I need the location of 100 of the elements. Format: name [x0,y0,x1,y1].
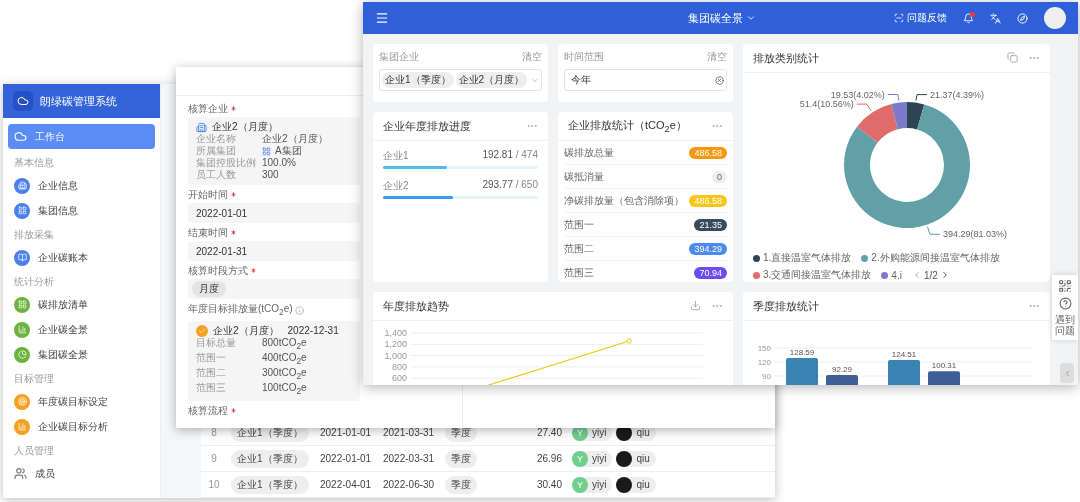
table-cell-text: 26.96 [535,453,563,464]
download-icon[interactable] [690,300,701,311]
menu-item[interactable]: 集团信息 [8,198,155,223]
stat-label: 范围三 [564,265,594,280]
qr-code-icon[interactable] [1058,279,1072,293]
legend-item[interactable]: 1.直接温室气体排放 [753,251,852,265]
user-avatar[interactable] [1044,7,1066,29]
progress-reading: 192.81 / 474 [482,149,538,162]
axis-tick-label: 120 [757,358,771,367]
period-tag: 季度 [445,475,477,494]
logo-icon [13,91,33,111]
enterprise-name: 企业2 [383,179,409,193]
axis-tick-label: 150 [757,344,771,353]
copy-icon[interactable] [1007,52,1018,63]
language-icon[interactable] [990,12,1001,24]
menu-section-label: 基本信息 [13,156,55,170]
enterprise-select[interactable]: 企业1（季度） 企业2（月度） [379,69,542,91]
help-icon[interactable] [1058,297,1072,310]
help-link[interactable]: 遇到问题 [1055,314,1075,336]
axis-tick-label: 1,000 [384,350,407,361]
table-cell-text: 30.40 [535,479,563,490]
stat-value: 486.58 [689,194,727,207]
date-field[interactable]: 2022-01-31 [188,241,360,261]
compass-icon[interactable] [1017,12,1028,24]
data-label: 19.53(4.02%) [830,89,885,100]
app-title: 朗绿碳管理系统 [40,93,117,109]
axis-tick-label: 800 [391,361,407,372]
row-index: 8 [210,427,218,438]
user-chip: Y yiyi [572,476,613,493]
period-field[interactable]: 月度 [188,279,360,299]
clear-icon[interactable] [715,75,724,85]
data-label: 21.37(4.39%) [929,89,984,100]
table-cell-text: 2022-01-01 [319,453,373,464]
card-title: 排放类别统计 [753,50,819,66]
menu-item[interactable]: 年度碳目标设定 [8,389,155,414]
field-key: 所属集团 [196,145,262,157]
field-value: 100.0% [262,157,296,169]
collapse-button[interactable] [1060,363,1074,383]
field-value: 300 [262,169,279,181]
field-label: 核算时段方式 [188,264,248,277]
field-key: 集团控股比例 [196,157,262,169]
data-label: 51.4(10.56%) [799,99,854,110]
legend-item[interactable]: 2.外购能源间接温室气体排放 [861,251,1000,265]
table-cell-text: 2022-04-01 [319,479,373,490]
user-chip: qiu [616,476,656,493]
enterprise-card[interactable]: 企业2（月度） 企业名称 企业2（月度） 所属集团 A集团 集团控股比例 100.0% 员工人数 300 [188,117,360,185]
leader-line [855,103,872,112]
enterprise-name: 企业1 [383,149,409,163]
menu-section-label: 人员管理 [13,444,55,458]
row-index: 10 [207,479,221,490]
stat-value: 70.94 [694,266,727,279]
field-key: 范围三 [196,382,262,397]
row-index: 9 [210,453,218,464]
leader-line [926,226,940,235]
table-cell-text: 2021-03-31 [382,427,436,438]
chevron-icon [745,13,756,23]
time-range-select[interactable]: 今年 [564,69,727,91]
field-label: 核算企业 [188,102,228,115]
check-icon[interactable] [196,325,208,337]
menu-item[interactable]: 企业信息 [8,173,155,198]
period-tag: 季度 [445,449,477,468]
stat-label: 范围二 [564,241,594,256]
stat-label: 碳抵消量 [564,169,604,184]
filter-label: 时间范围 [564,50,604,64]
filter-label: 集团企业 [379,50,419,64]
menu-icon[interactable] [375,11,389,25]
card-title: 企业年度排放进度 [383,118,471,134]
menu-item[interactable]: 集团碳全景 [8,342,155,367]
legend-item[interactable]: 4.i [881,269,902,281]
legend-page: 1/2 [923,269,938,281]
axis-tick-label: 1,400 [384,328,407,338]
menu-item[interactable]: 成员 [8,461,155,486]
grid-icon [262,146,271,156]
enterprise-tag: 企业1（季度） [231,475,309,494]
menu-item[interactable]: 企业碳账本 [8,245,155,270]
feedback-link[interactable]: 问题反馈 [894,11,947,25]
field-value: 100tCO$_{2}$e [262,382,307,397]
stat-label: 净碳排放量（包含消除项） [564,193,684,208]
bell-icon[interactable] [963,12,974,24]
page-title-dropdown[interactable]: 集团碳全景 [389,10,894,26]
field-label: 结束时间 [188,226,228,239]
user-avatar: Y [572,476,588,493]
building-icon [196,121,207,133]
legend-item[interactable]: 3.交通间接温室气体排放 [753,268,872,282]
menu-item[interactable]: 碳排放清单 [8,292,155,317]
table-cell-text: 2022-06-30 [382,479,436,490]
data-label: 394.29(81.03%) [942,229,1007,240]
date-field[interactable]: 2022-01-01 [188,203,360,223]
people-icon [14,467,27,480]
field-label: 开始时间 [188,188,228,201]
select-tag: 企业2（月度） [455,72,528,88]
stat-value: 486.58 [689,146,727,159]
period-tag: 月度 [192,281,226,297]
field-label: 年度目标排放量(tCO$_{2}$e) [188,302,293,319]
user-chip: Y yiyi [572,450,613,467]
field-key: 企业名称 [196,133,262,145]
menu-item[interactable]: 企业碳目标分析 [8,414,155,439]
enterprise-tag: 企业1（季度） [231,449,309,468]
field-key: 员工人数 [196,169,262,181]
menu-item[interactable]: 企业碳全景 [8,317,155,342]
